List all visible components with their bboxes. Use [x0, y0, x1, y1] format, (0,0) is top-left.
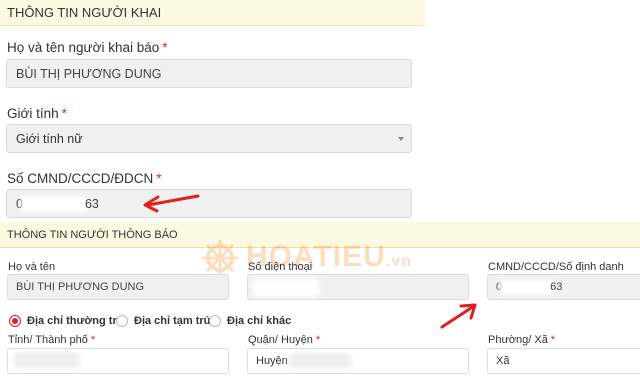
notifier-name-field[interactable]: BÙI THỊ PHƯƠNG DUNG	[7, 274, 229, 300]
annotation-arrow	[143, 194, 200, 213]
redaction	[502, 282, 551, 293]
gender-select[interactable]: Giới tính nữ	[6, 124, 412, 153]
province-select[interactable]	[7, 348, 229, 374]
required-mark: *	[156, 171, 162, 186]
required-mark: *	[315, 334, 321, 346]
radio-other-address[interactable]	[209, 315, 221, 327]
ship-wheel-icon	[202, 240, 238, 276]
required-mark: *	[162, 40, 168, 55]
notifier-id-value: 0 63	[496, 281, 563, 293]
declarant-name-field[interactable]: BÙI THỊ PHƯƠNG DUNG	[6, 59, 412, 88]
form-page: THÔNG TIN NGƯỜI KHAI Họ và tên người kha…	[0, 0, 640, 383]
section-title: THÔNG TIN NGƯỜI THÔNG BÁO	[7, 229, 178, 241]
annotation-arrow	[440, 303, 477, 329]
redaction	[22, 198, 85, 211]
radio-permanent-address[interactable]	[9, 315, 21, 327]
declarant-name-label: Họ và tên người khai báo *	[7, 40, 168, 55]
notifier-id-label: CMND/CCCD/Số định danh	[488, 261, 624, 273]
chevron-down-icon	[398, 136, 404, 141]
radio-temporary-address[interactable]	[116, 315, 128, 327]
redaction	[256, 282, 316, 293]
notifier-name-label: Họ và tên	[8, 261, 56, 273]
radio-permanent-address-label: Địa chỉ thường trú	[27, 315, 124, 327]
radio-temporary-address-label: Địa chỉ tạm trú	[134, 315, 211, 327]
phone-field[interactable]	[247, 274, 469, 300]
radio-other-address-label: Địa chỉ khác	[227, 315, 292, 327]
redaction	[292, 356, 348, 366]
id-number-value: 0 63	[16, 196, 99, 211]
id-number-label: Số CMND/CCCD/ĐDCN *	[7, 171, 162, 186]
phone-label: Số điện thoại	[248, 261, 313, 273]
district-label: Quận/ Huyện *	[248, 334, 321, 346]
gender-label: Giới tính *	[7, 106, 67, 121]
redaction	[16, 355, 76, 365]
required-mark: *	[90, 334, 96, 346]
id-number-field[interactable]: 0 63	[6, 189, 412, 218]
section-header-declarant: THÔNG TIN NGƯỜI KHAI	[0, 0, 425, 26]
required-mark: *	[550, 334, 556, 346]
district-select[interactable]: Huyện	[247, 348, 469, 374]
province-label: Tỉnh/ Thành phố *	[8, 334, 96, 346]
ward-select[interactable]: Xã	[487, 348, 640, 374]
notifier-id-field[interactable]: 0 63	[487, 274, 640, 300]
required-mark: *	[61, 106, 67, 121]
ward-label: Phường/ Xã *	[488, 334, 556, 346]
section-title: THÔNG TIN NGƯỜI KHAI	[7, 5, 162, 20]
